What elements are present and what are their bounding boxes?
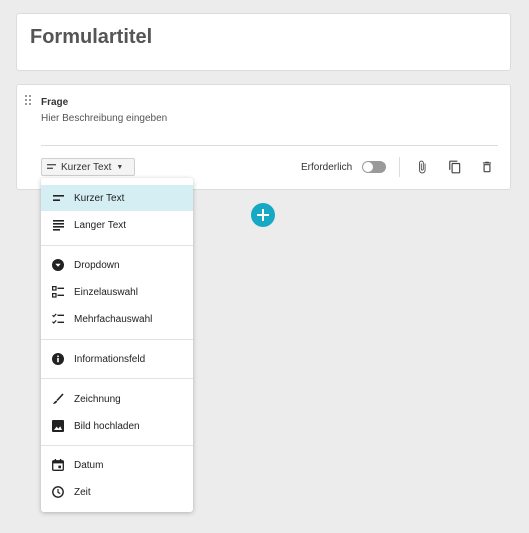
menu-divider bbox=[41, 245, 193, 246]
info-icon bbox=[51, 352, 65, 366]
multiple-choice-icon bbox=[51, 312, 65, 326]
menu-item-single-choice[interactable]: Einzelauswahl bbox=[41, 279, 193, 305]
menu-divider bbox=[41, 378, 193, 379]
menu-divider bbox=[41, 445, 193, 446]
menu-item-label: Kurzer Text bbox=[74, 192, 125, 204]
menu-item-label: Bild hochladen bbox=[74, 420, 140, 432]
menu-item-label: Dropdown bbox=[74, 259, 120, 271]
menu-item-label: Mehrfachauswahl bbox=[74, 313, 153, 325]
menu-item-image-upload[interactable]: Bild hochladen bbox=[41, 413, 193, 439]
menu-item-info-field[interactable]: Informationsfeld bbox=[41, 346, 193, 372]
question-type-label: Kurzer Text bbox=[61, 161, 112, 173]
menu-item-label: Datum bbox=[74, 459, 104, 471]
form-title[interactable]: Formulartitel bbox=[30, 26, 152, 49]
question-card: Frage Hier Beschreibung eingeben Kurzer … bbox=[16, 84, 511, 190]
duplicate-button[interactable] bbox=[446, 158, 464, 176]
drag-handle-icon[interactable] bbox=[25, 95, 33, 105]
menu-item-multiple-choice[interactable]: Mehrfachauswahl bbox=[41, 306, 193, 332]
menu-item-label: Zeichnung bbox=[74, 393, 121, 405]
menu-item-label: Zeit bbox=[74, 486, 91, 498]
question-title[interactable]: Frage bbox=[41, 97, 68, 108]
short-text-icon bbox=[47, 164, 56, 169]
caret-down-icon: ▼ bbox=[116, 163, 124, 171]
long-text-icon bbox=[51, 218, 65, 232]
short-text-icon bbox=[51, 191, 65, 205]
dropdown-icon bbox=[51, 258, 65, 272]
menu-item-label: Langer Text bbox=[74, 219, 127, 231]
menu-item-label: Informationsfeld bbox=[74, 353, 146, 365]
question-type-menu: Kurzer Text Langer Text Dropdown Einzela… bbox=[41, 178, 193, 512]
required-toggle[interactable] bbox=[362, 161, 386, 173]
trash-icon bbox=[482, 161, 492, 173]
calendar-icon bbox=[51, 458, 65, 472]
form-title-card: Formulartitel bbox=[16, 13, 511, 71]
question-type-select[interactable]: Kurzer Text ▼ bbox=[41, 158, 135, 176]
menu-item-drawing[interactable]: Zeichnung bbox=[41, 386, 193, 412]
single-choice-icon bbox=[51, 285, 65, 299]
toolbar-divider bbox=[399, 157, 400, 177]
delete-button[interactable] bbox=[478, 158, 496, 176]
plus-icon bbox=[257, 209, 269, 221]
copy-icon bbox=[449, 160, 461, 174]
paperclip-icon bbox=[419, 160, 426, 174]
menu-item-short-text[interactable]: Kurzer Text bbox=[41, 185, 193, 211]
drawing-icon bbox=[51, 392, 65, 406]
question-description[interactable]: Hier Beschreibung eingeben bbox=[41, 113, 167, 124]
menu-item-long-text[interactable]: Langer Text bbox=[41, 212, 193, 238]
menu-divider bbox=[41, 339, 193, 340]
attach-button[interactable] bbox=[413, 158, 431, 176]
required-label: Erforderlich bbox=[301, 162, 353, 173]
menu-item-time[interactable]: Zeit bbox=[41, 479, 193, 505]
menu-item-date[interactable]: Datum bbox=[41, 452, 193, 478]
menu-item-label: Einzelauswahl bbox=[74, 286, 138, 298]
menu-item-dropdown[interactable]: Dropdown bbox=[41, 252, 193, 278]
image-icon bbox=[51, 419, 65, 433]
divider bbox=[41, 145, 498, 146]
add-question-button[interactable] bbox=[251, 203, 275, 227]
clock-icon bbox=[51, 485, 65, 499]
